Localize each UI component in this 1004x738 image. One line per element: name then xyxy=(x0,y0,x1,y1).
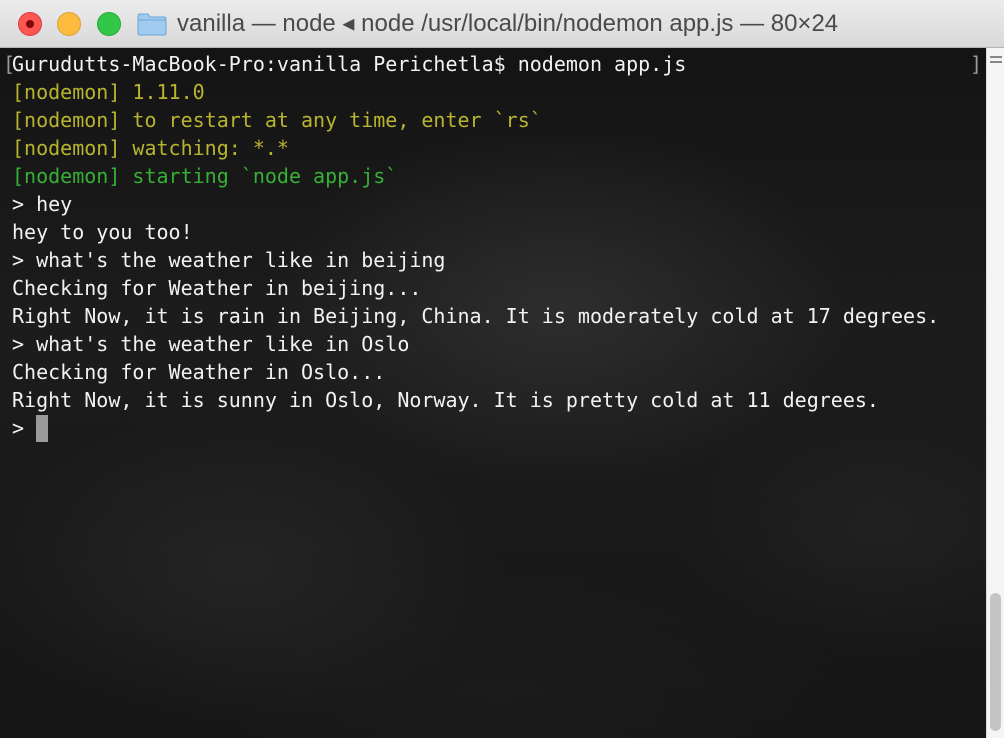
terminal-line: hey to you too! xyxy=(12,220,193,244)
terminal-line: > hey xyxy=(12,192,73,216)
terminal-line: [nodemon] 1.11.0 xyxy=(12,80,205,104)
zoom-button[interactable] xyxy=(97,12,121,36)
scrollbar-thumb[interactable] xyxy=(990,593,1001,731)
terminal-line: Checking for Weather in beijing... xyxy=(12,276,422,300)
selection-bracket-right: ] xyxy=(970,52,983,76)
terminal-line: Gurudutts-MacBook-Pro:vanilla Perichetla… xyxy=(12,52,687,76)
terminal-window: vanilla — node ◂ node /usr/local/bin/nod… xyxy=(0,0,1004,738)
terminal-line: > what's the weather like in Oslo xyxy=(12,332,410,356)
terminal-line: [nodemon] watching: *.* xyxy=(12,136,289,160)
split-pane-icon[interactable] xyxy=(990,56,1002,70)
text-cursor xyxy=(36,415,48,442)
terminal-line: Checking for Weather in Oslo... xyxy=(12,360,386,384)
terminal-output[interactable]: [ ] Gurudutts-MacBook-Pro:vanilla Perich… xyxy=(0,48,986,738)
terminal-line: Right Now, it is sunny in Oslo, Norway. … xyxy=(12,388,879,412)
folder-icon xyxy=(137,13,167,36)
terminal-line: > what's the weather like in beijing xyxy=(12,248,446,272)
prompt-line: > xyxy=(12,416,25,440)
title-bar[interactable]: vanilla — node ◂ node /usr/local/bin/nod… xyxy=(0,0,1004,48)
terminal-line: [nodemon] to restart at any time, enter … xyxy=(12,108,542,132)
vertical-scrollbar[interactable] xyxy=(986,48,1004,738)
minimize-button[interactable] xyxy=(57,12,81,36)
terminal-line: [nodemon] starting `node app.js` xyxy=(12,164,398,188)
close-button[interactable] xyxy=(18,12,42,36)
terminal-line: Right Now, it is rain in Beijing, China.… xyxy=(12,304,940,328)
close-icon xyxy=(26,20,34,28)
window-title: vanilla — node ◂ node /usr/local/bin/nod… xyxy=(177,10,839,37)
